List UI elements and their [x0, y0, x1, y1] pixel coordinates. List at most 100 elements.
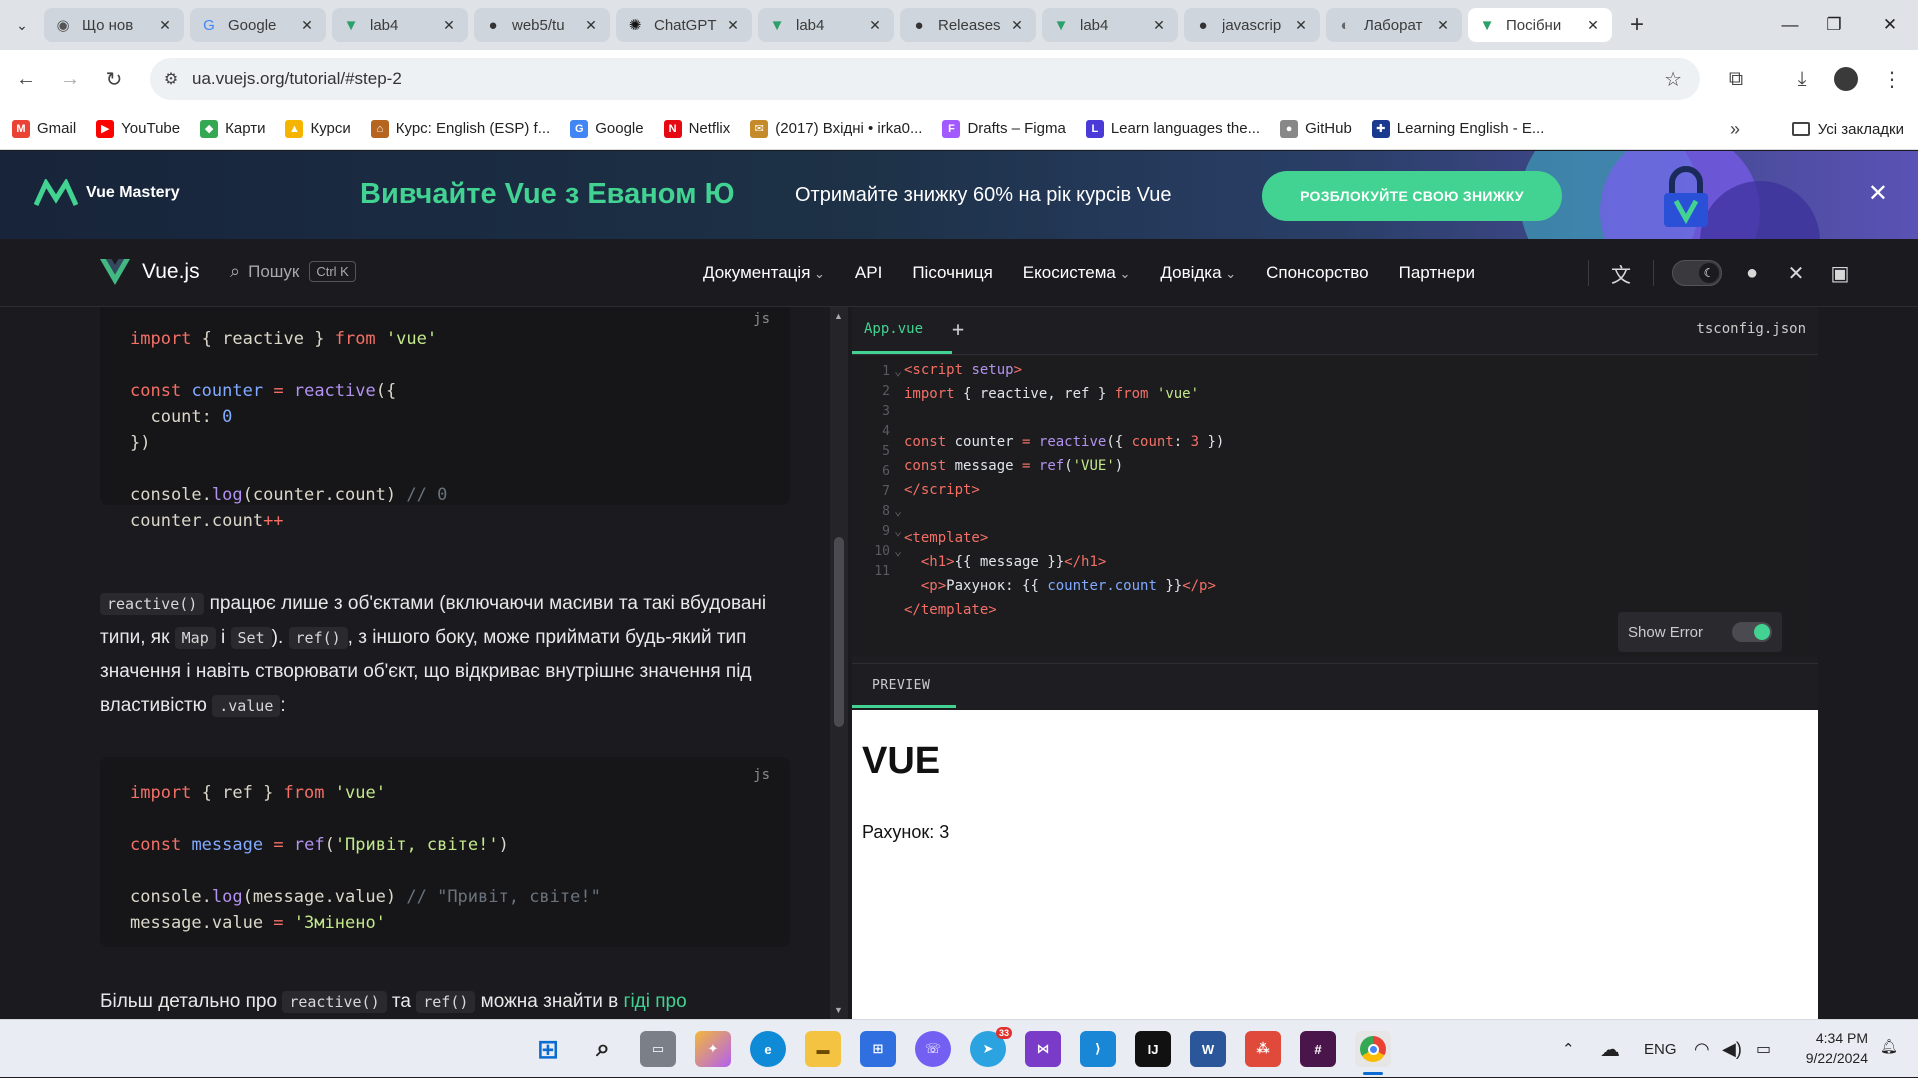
- browser-tab[interactable]: ● javascrip ✕: [1184, 8, 1320, 42]
- github-icon[interactable]: ●: [1738, 259, 1766, 287]
- browser-tab[interactable]: ◉ Що нов ✕: [44, 8, 184, 42]
- url-text[interactable]: ua.vuejs.org/tutorial/#step-2: [192, 69, 402, 89]
- edge-icon[interactable]: e: [750, 1031, 786, 1067]
- close-tab-icon[interactable]: ✕: [1008, 17, 1026, 34]
- close-tab-icon[interactable]: ✕: [724, 17, 742, 34]
- tab-search-chevron-icon[interactable]: ⌄: [0, 0, 44, 50]
- preview-frame[interactable]: VUE Рахунок: 3: [852, 710, 1818, 1019]
- profile-avatar[interactable]: [1830, 63, 1862, 95]
- translate-icon[interactable]: 文: [1607, 259, 1635, 287]
- browser-tab[interactable]: ▼ lab4 ✕: [758, 8, 894, 42]
- close-tab-icon[interactable]: ✕: [1434, 17, 1452, 34]
- bookmark-item[interactable]: F Drafts – Figma: [942, 119, 1066, 138]
- dark-mode-toggle[interactable]: ☾: [1672, 260, 1722, 286]
- copilot-icon[interactable]: ✦: [695, 1031, 731, 1067]
- close-tab-icon[interactable]: ✕: [1292, 17, 1310, 34]
- windows-start-icon[interactable]: ⊞: [530, 1031, 566, 1067]
- file-explorer-icon[interactable]: ▬: [805, 1031, 841, 1067]
- volume-icon[interactable]: ◀): [1722, 1020, 1742, 1078]
- nav-link[interactable]: Спонсорство: [1266, 263, 1369, 283]
- bookmark-item[interactable]: ✉ (2017) Вхідні • irka0...: [750, 119, 922, 138]
- nav-link[interactable]: Документація ⌄: [703, 263, 825, 283]
- preview-tab[interactable]: PREVIEW: [872, 678, 930, 693]
- bookmark-item[interactable]: ● GitHub: [1280, 119, 1352, 138]
- bookmark-star-icon[interactable]: ☆: [1664, 67, 1682, 92]
- browser-tab[interactable]: ✺ ChatGPT ✕: [616, 8, 752, 42]
- promo-cta-button[interactable]: РОЗБЛОКУЙТЕ СВОЮ ЗНИЖКУ: [1262, 171, 1562, 221]
- promo-banner[interactable]: Vue Mastery Вивчайте Vue з Еваном Ю Отри…: [0, 151, 1918, 239]
- chrome-taskbar-icon[interactable]: [1355, 1031, 1391, 1067]
- fold-chevron-icon[interactable]: ⌄: [892, 524, 902, 539]
- viber-icon[interactable]: ☏: [915, 1031, 951, 1067]
- nav-link[interactable]: Пісочниця: [912, 263, 992, 283]
- battery-icon[interactable]: ▭: [1756, 1020, 1771, 1078]
- add-file-icon[interactable]: +: [952, 317, 964, 341]
- close-tab-icon[interactable]: ✕: [298, 17, 316, 34]
- onedrive-icon[interactable]: ☁: [1600, 1020, 1620, 1078]
- chrome-menu-icon[interactable]: ⋮: [1876, 63, 1908, 95]
- restore-icon[interactable]: ❐: [1806, 0, 1862, 50]
- browser-tab[interactable]: ▼ lab4 ✕: [1042, 8, 1178, 42]
- fold-chevron-icon[interactable]: ⌄: [892, 544, 902, 559]
- system-clock[interactable]: 4:34 PM 9/22/2024: [1806, 1028, 1868, 1068]
- file-tab-tsconfig[interactable]: tsconfig.json: [1696, 321, 1806, 337]
- slack-icon[interactable]: #: [1300, 1031, 1336, 1067]
- telegram-icon[interactable]: ➤ 33: [970, 1027, 1012, 1067]
- bookmark-item[interactable]: ✚ Learning English - E...: [1371, 119, 1544, 138]
- store-icon[interactable]: ⊞: [860, 1031, 896, 1067]
- code-editor[interactable]: 1 ⌄ 2 3 4 5 6 7 8 ⌄ 9 ⌄ 10 ⌄ 11 <script setup> import …: [852, 356, 1818, 656]
- bookmark-item[interactable]: N Netflix: [663, 119, 730, 138]
- reload-icon[interactable]: ↻: [96, 61, 132, 97]
- browser-tab[interactable]: ● Releases ✕: [900, 8, 1036, 42]
- wifi-icon[interactable]: ◠: [1694, 1020, 1710, 1078]
- close-tab-icon[interactable]: ✕: [582, 17, 600, 34]
- all-bookmarks-button[interactable]: Усі закладки: [1791, 108, 1904, 150]
- nav-link[interactable]: API: [855, 263, 882, 283]
- close-tab-icon[interactable]: ✕: [1150, 17, 1168, 34]
- notification-bell-icon[interactable]: 🔔︎: [1880, 1038, 1902, 1060]
- close-window-icon[interactable]: ✕: [1862, 0, 1918, 50]
- fold-chevron-icon[interactable]: ⌄: [892, 364, 902, 379]
- discord-icon[interactable]: ▣: [1826, 259, 1854, 287]
- bookmark-item[interactable]: ▶ YouTube: [96, 119, 180, 138]
- forward-icon[interactable]: →: [52, 61, 88, 97]
- language-indicator[interactable]: ENG: [1644, 1020, 1677, 1078]
- bookmark-item[interactable]: M Gmail: [12, 119, 76, 138]
- close-tab-icon[interactable]: ✕: [1584, 17, 1602, 34]
- browser-tab[interactable]: ▼ Посібни ✕: [1468, 8, 1612, 42]
- bookmark-item[interactable]: G Google: [570, 119, 644, 138]
- close-tab-icon[interactable]: ✕: [866, 17, 884, 34]
- back-icon[interactable]: ←: [8, 61, 44, 97]
- browser-tab[interactable]: G Google ✕: [190, 8, 326, 42]
- show-error-toggle[interactable]: Show Error: [1618, 612, 1782, 652]
- close-tab-icon[interactable]: ✕: [440, 17, 458, 34]
- bookmark-item[interactable]: ⌂ Курс: English (ESP) f...: [370, 119, 550, 138]
- nav-link[interactable]: Партнери: [1399, 263, 1475, 283]
- bookmark-item[interactable]: ◆ Карти: [200, 119, 265, 138]
- file-tab-app-vue[interactable]: App.vue: [864, 321, 923, 337]
- word-icon[interactable]: W: [1190, 1031, 1226, 1067]
- browser-tab[interactable]: ● web5/tu ✕: [474, 8, 610, 42]
- x-twitter-icon[interactable]: ✕: [1782, 259, 1810, 287]
- bookmark-item[interactable]: ▲ Курси: [285, 119, 351, 138]
- nav-link[interactable]: Довідка ⌄: [1160, 263, 1236, 283]
- close-tab-icon[interactable]: ✕: [156, 17, 174, 34]
- site-info-icon[interactable]: ⚙: [150, 69, 192, 89]
- bookmarks-overflow-icon[interactable]: »: [1730, 108, 1740, 150]
- scroll-thumb[interactable]: [834, 537, 844, 727]
- download-icon[interactable]: ⤓: [1786, 63, 1818, 95]
- nav-link[interactable]: Екосистема ⌄: [1023, 263, 1131, 283]
- search-button[interactable]: ⌕ Пошук Ctrl K: [230, 261, 356, 282]
- guide-link[interactable]: гіді про: [624, 991, 687, 1012]
- browser-tab[interactable]: ▼ lab4 ✕: [332, 8, 468, 42]
- jetbrains-icon[interactable]: IJ: [1135, 1031, 1171, 1067]
- scroll-up-icon[interactable]: ▲: [834, 311, 843, 321]
- extensions-icon[interactable]: ⧉: [1720, 63, 1752, 95]
- visual-studio-icon[interactable]: ⋈: [1025, 1031, 1061, 1067]
- bookmark-item[interactable]: L Learn languages the...: [1085, 119, 1260, 138]
- task-view-icon[interactable]: ▭: [640, 1031, 676, 1067]
- promo-close-icon[interactable]: ✕: [1868, 179, 1888, 208]
- new-tab-button[interactable]: +: [1622, 10, 1652, 40]
- search-taskbar-icon[interactable]: ⌕: [585, 1031, 621, 1067]
- fold-chevron-icon[interactable]: ⌄: [892, 504, 902, 519]
